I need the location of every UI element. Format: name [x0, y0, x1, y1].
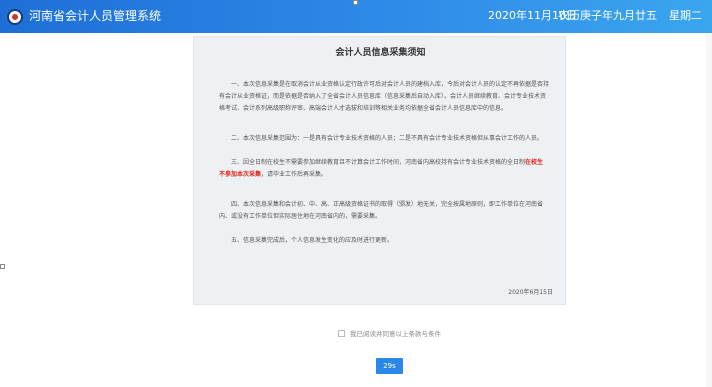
- confirm-countdown-button[interactable]: 29s: [376, 358, 403, 374]
- resize-handle-top[interactable]: [353, 0, 358, 5]
- notice-paragraph-5: 五、信息采集完成后，个人信息发生变化的应及时进行更新。: [231, 237, 394, 244]
- emblem-icon: [7, 9, 23, 25]
- paragraph-3-text-before: 三、因全日制在校生不需要参加继续教育且不计算会计工作时间，河南省内高校持有会计专…: [231, 159, 526, 166]
- notice-panel: 会计人员信息采集须知 一、本次信息采集是在取消会计从业资格认定行政许可后对会计人…: [193, 36, 566, 305]
- scrollbar[interactable]: [706, 33, 712, 387]
- agreement-checkbox[interactable]: [338, 329, 345, 337]
- notice-title: 会计人员信息采集须知: [335, 48, 426, 58]
- weekday-text: 星期二: [669, 9, 702, 22]
- agreement-label: 我已阅读并同意以上条款与条件: [350, 330, 441, 338]
- notice-sign-date: 2020年6月15日: [508, 289, 553, 296]
- agreement-row[interactable]: 我已阅读并同意以上条款与条件: [338, 328, 441, 338]
- notice-paragraph-2: 二、本次信息采集范围为：一是具有会计专业技术资格的人员；二是不具有会计专业技术资…: [231, 135, 544, 142]
- notice-paragraph-3: 三、因全日制在校生不需要参加继续教育且不计算会计工作时间，河南省内高校持有会计专…: [219, 157, 549, 181]
- lunar-date-text: 农历庚子年九月廿五: [558, 9, 657, 22]
- paragraph-3-text-after: ，请毕业工作后再采集。: [261, 171, 328, 178]
- notice-paragraph-1: 一、本次信息采集是在取消会计从业资格认定行政许可后对会计人员的建档入库，今后对会…: [219, 81, 550, 112]
- app-title: 河南省会计人员管理系统: [29, 9, 162, 23]
- notice-paragraph-4: 四、本次信息采集和会计初、中、高、正高级资格证书的取得（颁发）地无关，完全按属地…: [219, 201, 544, 220]
- resize-handle-left[interactable]: [0, 264, 5, 269]
